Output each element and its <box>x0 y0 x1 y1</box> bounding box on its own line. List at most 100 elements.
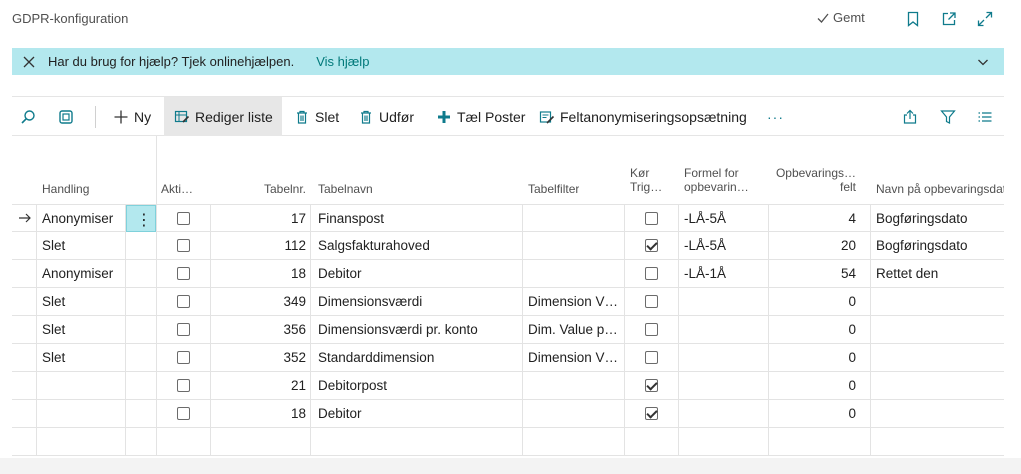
active-checkbox[interactable] <box>177 323 190 336</box>
search-button[interactable] <box>20 97 36 136</box>
table-row[interactable]: 18 Debitor 0 <box>12 400 1004 428</box>
run-trigger-checkbox[interactable] <box>645 267 658 280</box>
cell-table-name[interactable]: Finanspost <box>318 205 518 232</box>
cell-action[interactable] <box>42 428 122 455</box>
cell-table-filter[interactable]: Dimension V… <box>528 288 620 315</box>
layout-button[interactable] <box>58 97 74 136</box>
cell-table-filter[interactable]: Dimension V… <box>528 344 620 371</box>
col-header-table-filter[interactable]: Tabelfilter <box>528 182 579 196</box>
delete-button[interactable]: Slet <box>294 97 339 136</box>
open-new-window-icon[interactable] <box>940 10 958 28</box>
cell-table-filter[interactable] <box>528 205 620 232</box>
cell-formula[interactable] <box>684 288 766 315</box>
run-trigger-checkbox[interactable] <box>645 212 658 225</box>
col-header-table-no[interactable]: Tabelnr. <box>212 182 306 196</box>
list-view-button[interactable] <box>977 97 993 136</box>
new-button[interactable]: Ny <box>113 97 151 136</box>
cell-table-no[interactable]: 18 <box>212 260 306 287</box>
cell-table-no[interactable] <box>212 428 306 455</box>
cell-table-filter[interactable] <box>528 428 620 455</box>
run-trigger-checkbox[interactable] <box>645 323 658 336</box>
table-row[interactable]: Anonymiser 17 Finanspost -LÅ-5Å4 Bogføringsd… <box>12 204 1004 232</box>
cell-table-no[interactable]: 356 <box>212 316 306 343</box>
col-header-active[interactable]: Akti… <box>161 182 206 196</box>
col-header-formula[interactable]: Formel for opbevarin… <box>684 166 766 194</box>
col-header-table-name[interactable]: Tabelnavn <box>318 182 373 196</box>
cell-date-name[interactable] <box>876 372 1004 399</box>
cell-formula[interactable] <box>684 400 766 427</box>
active-checkbox[interactable] <box>177 295 190 308</box>
col-header-run-trigger[interactable]: Kør Trig… <box>630 166 674 194</box>
row-actions-menu-button[interactable] <box>126 205 156 232</box>
cell-formula[interactable]: -LÅ-5Å <box>684 232 766 259</box>
cell-formula[interactable]: -LÅ-5Å <box>684 205 766 232</box>
table-row[interactable]: Slet 349 Dimensionsværdi Dimension V… 0 <box>12 288 1004 316</box>
cell-formula[interactable] <box>684 344 766 371</box>
cell-table-no[interactable]: 349 <box>212 288 306 315</box>
cell-formula[interactable] <box>684 316 766 343</box>
share-button[interactable] <box>902 97 918 136</box>
more-options-button[interactable]: ··· <box>767 97 784 136</box>
run-button[interactable]: Udfør <box>358 97 414 136</box>
cell-table-filter[interactable] <box>528 400 620 427</box>
cell-date-name[interactable]: Rettet den <box>876 260 1004 287</box>
cell-retention-field[interactable]: 0 <box>770 400 856 427</box>
close-icon[interactable] <box>22 55 36 69</box>
active-checkbox[interactable] <box>177 212 190 225</box>
active-checkbox[interactable] <box>177 379 190 392</box>
bookmark-icon[interactable] <box>904 10 922 28</box>
col-header-date-name[interactable]: Navn på opbevaringsdato <box>876 182 1004 196</box>
cell-action[interactable] <box>42 400 122 427</box>
table-row[interactable]: Slet 352 Standarddimension Dimension V… 0 <box>12 344 1004 372</box>
cell-table-name[interactable]: Debitor <box>318 400 518 427</box>
cell-action[interactable]: Slet <box>42 344 122 371</box>
table-row[interactable]: Slet 356 Dimensionsværdi pr. konto Dim. Val… <box>12 316 1004 344</box>
cell-table-filter[interactable] <box>528 260 620 287</box>
cell-retention-field[interactable]: 0 <box>770 372 856 399</box>
run-trigger-checkbox[interactable] <box>645 239 658 252</box>
cell-date-name[interactable] <box>876 428 1004 455</box>
active-checkbox[interactable] <box>177 407 190 420</box>
active-checkbox[interactable] <box>177 239 190 252</box>
cell-table-no[interactable]: 17 <box>212 205 306 232</box>
filter-button[interactable] <box>940 97 956 136</box>
cell-action[interactable]: Slet <box>42 288 122 315</box>
table-row[interactable]: Slet 112 Salgsfakturahoved -LÅ-5Å 20 Bogførin… <box>12 232 1004 260</box>
cell-table-name[interactable]: Dimensionsværdi <box>318 288 518 315</box>
cell-retention-field[interactable] <box>770 428 856 455</box>
cell-action[interactable]: Slet <box>42 316 122 343</box>
cell-action[interactable]: Slet <box>42 232 122 259</box>
cell-formula[interactable] <box>684 372 766 399</box>
cell-retention-field[interactable]: 4 <box>770 205 856 232</box>
cell-table-filter[interactable] <box>528 372 620 399</box>
field-anonymization-button[interactable]: Feltanonymiseringsopsætning <box>539 97 747 136</box>
cell-formula[interactable]: -LÅ-1Å <box>684 260 766 287</box>
run-trigger-checkbox[interactable] <box>645 295 658 308</box>
cell-retention-field[interactable]: 0 <box>770 316 856 343</box>
cell-table-name[interactable] <box>318 428 518 455</box>
cell-table-no[interactable]: 21 <box>212 372 306 399</box>
cell-date-name[interactable] <box>876 344 1004 371</box>
cell-table-name[interactable]: Debitorpost <box>318 372 518 399</box>
table-row[interactable]: 21 Debitorpost 0 <box>12 372 1004 400</box>
cell-date-name[interactable] <box>876 316 1004 343</box>
cell-table-filter[interactable]: Dim. Value p… <box>528 316 620 343</box>
cell-action[interactable]: Anonymiser <box>42 205 122 232</box>
cell-table-no[interactable]: 18 <box>212 400 306 427</box>
run-trigger-checkbox[interactable] <box>645 379 658 392</box>
cell-table-name[interactable]: Standarddimension <box>318 344 518 371</box>
cell-date-name[interactable]: Bogføringsdato <box>876 205 1004 232</box>
cell-date-name[interactable]: Bogføringsdato <box>876 232 1004 259</box>
cell-formula[interactable] <box>684 428 766 455</box>
cell-retention-field[interactable]: 20 <box>770 232 856 259</box>
cell-retention-field[interactable]: 0 <box>770 288 856 315</box>
active-checkbox[interactable] <box>177 267 190 280</box>
run-trigger-checkbox[interactable] <box>645 351 658 364</box>
col-header-retention-field[interactable]: Opbevarings… felt <box>770 166 856 194</box>
cell-table-no[interactable]: 352 <box>212 344 306 371</box>
col-header-action[interactable]: Handling <box>42 182 89 196</box>
cell-table-name[interactable]: Debitor <box>318 260 518 287</box>
cell-date-name[interactable] <box>876 288 1004 315</box>
chevron-down-icon[interactable] <box>976 55 990 69</box>
cell-action[interactable] <box>42 372 122 399</box>
